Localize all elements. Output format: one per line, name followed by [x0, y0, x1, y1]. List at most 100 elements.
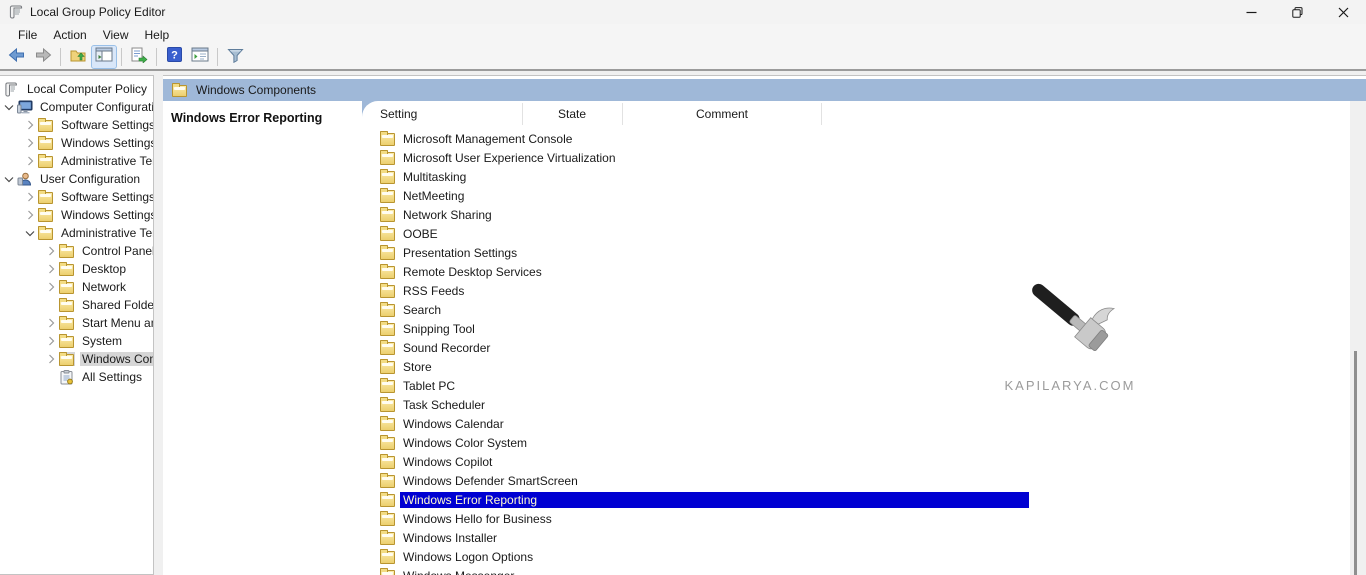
folder-icon	[59, 280, 75, 294]
panel-splitter[interactable]	[154, 75, 163, 575]
chevron-right-icon[interactable]	[44, 280, 58, 294]
tree-item-desktop[interactable]: Desktop	[0, 260, 153, 278]
tree-item-computer-configuration[interactable]: Computer Configuration	[0, 98, 153, 116]
up-one-level-button[interactable]	[66, 46, 90, 68]
column-header-comment[interactable]: Comment	[622, 107, 822, 121]
close-button[interactable]	[1320, 0, 1366, 24]
forward-button[interactable]	[31, 46, 55, 68]
folder-icon	[59, 354, 74, 366]
tree-item-windows-settings[interactable]: Windows Settings	[0, 206, 153, 224]
setting-row-snipping-tool[interactable]: Snipping Tool	[362, 319, 1366, 338]
setting-row-rss-feeds[interactable]: RSS Feeds	[362, 281, 1366, 300]
setting-label: Store	[400, 359, 435, 375]
tree-item-windows-components[interactable]: Windows Components	[0, 350, 153, 368]
tree-item-shared-folders[interactable]: Shared Folders	[0, 296, 153, 314]
setting-row-windows-copilot[interactable]: Windows Copilot	[362, 452, 1366, 471]
back-button[interactable]	[5, 46, 29, 68]
hammer-icon	[1015, 266, 1125, 371]
tree-item-start-menu-and-taskbar[interactable]: Start Menu and Taskbar	[0, 314, 153, 332]
tree-item-label: Windows Components	[80, 352, 153, 366]
chevron-down-icon[interactable]	[2, 172, 16, 186]
tree-item-label: Administrative Templates	[59, 226, 153, 240]
setting-row-microsoft-user-experience-virtualization[interactable]: Microsoft User Experience Virtualization	[362, 148, 1366, 167]
tree-item-all-settings[interactable]: All Settings	[0, 368, 153, 386]
chevron-down-icon[interactable]	[2, 100, 16, 114]
setting-row-windows-defender-smartscreen[interactable]: Windows Defender SmartScreen	[362, 471, 1366, 490]
setting-row-windows-error-reporting[interactable]: Windows Error Reporting	[362, 490, 1366, 509]
folder-icon	[380, 513, 395, 526]
chevron-right-icon[interactable]	[44, 334, 58, 348]
setting-row-search[interactable]: Search	[362, 300, 1366, 319]
tree-item-software-settings[interactable]: Software Settings	[0, 116, 153, 134]
setting-label: Presentation Settings	[400, 245, 520, 261]
chevron-spacer	[44, 370, 58, 384]
chevron-right-icon[interactable]	[44, 316, 58, 330]
export-list-button[interactable]	[127, 46, 151, 68]
menu-item-view[interactable]: View	[95, 26, 137, 44]
restore-button[interactable]	[1274, 0, 1320, 24]
selected-setting-title: Windows Error Reporting	[163, 101, 362, 125]
setting-row-multitasking[interactable]: Multitasking	[362, 167, 1366, 186]
setting-row-windows-messenger[interactable]: Windows Messenger	[362, 566, 1366, 575]
tree-item-windows-settings[interactable]: Windows Settings	[0, 134, 153, 152]
menu-item-file[interactable]: File	[10, 26, 45, 44]
minimize-button[interactable]	[1228, 0, 1274, 24]
tree-item-label: Windows Settings	[59, 208, 153, 222]
setting-row-presentation-settings[interactable]: Presentation Settings	[362, 243, 1366, 262]
setting-label: Windows Error Reporting	[400, 492, 1029, 508]
tree-item-local-computer-policy[interactable]: Local Computer Policy	[0, 80, 153, 98]
chevron-spacer	[44, 298, 58, 312]
tree-item-administrative-templates[interactable]: Administrative Templates	[0, 224, 153, 242]
folder-icon	[59, 282, 74, 294]
tree-item-system[interactable]: System	[0, 332, 153, 350]
setting-row-network-sharing[interactable]: Network Sharing	[362, 205, 1366, 224]
folder-icon	[380, 190, 395, 203]
setting-row-windows-calendar[interactable]: Windows Calendar	[362, 414, 1366, 433]
chevron-right-icon[interactable]	[23, 154, 37, 168]
tree-item-network[interactable]: Network	[0, 278, 153, 296]
chevron-right-icon[interactable]	[44, 244, 58, 258]
export-list-icon	[130, 47, 148, 68]
setting-row-windows-color-system[interactable]: Windows Color System	[362, 433, 1366, 452]
tree-item-software-settings[interactable]: Software Settings	[0, 188, 153, 206]
chevron-right-icon[interactable]	[23, 208, 37, 222]
tree-item-control-panel[interactable]: Control Panel	[0, 242, 153, 260]
chevron-right-icon[interactable]	[44, 262, 58, 276]
chevron-right-icon[interactable]	[23, 118, 37, 132]
setting-row-task-scheduler[interactable]: Task Scheduler	[362, 395, 1366, 414]
chevron-down-icon[interactable]	[23, 226, 37, 240]
menu-item-help[interactable]: Help	[137, 26, 178, 44]
tree-item-administrative-templates[interactable]: Administrative Templates	[0, 152, 153, 170]
setting-row-remote-desktop-services[interactable]: Remote Desktop Services	[362, 262, 1366, 281]
filter-button[interactable]	[223, 46, 247, 68]
help-button[interactable]: ?	[162, 46, 186, 68]
setting-row-sound-recorder[interactable]: Sound Recorder	[362, 338, 1366, 357]
show-extended-view-button[interactable]	[188, 46, 212, 68]
folder-icon	[38, 192, 53, 204]
tree-item-label: Windows Settings	[59, 136, 153, 150]
column-separator	[522, 103, 523, 125]
setting-row-tablet-pc[interactable]: Tablet PC	[362, 376, 1366, 395]
vertical-scrollbar[interactable]	[1350, 101, 1366, 575]
setting-row-microsoft-management-console[interactable]: Microsoft Management Console	[362, 129, 1366, 148]
toolbar-separator	[156, 48, 157, 66]
setting-row-windows-installer[interactable]: Windows Installer	[362, 528, 1366, 547]
setting-label: Windows Hello for Business	[400, 511, 555, 527]
chevron-right-icon[interactable]	[23, 136, 37, 150]
setting-row-oobe[interactable]: OOBE	[362, 224, 1366, 243]
show-console-tree-button[interactable]	[92, 46, 116, 68]
column-header-setting[interactable]: Setting	[380, 107, 417, 121]
tree-item-label: Computer Configuration	[38, 100, 153, 114]
tree-item-user-configuration[interactable]: User Configuration	[0, 170, 153, 188]
setting-row-netmeeting[interactable]: NetMeeting	[362, 186, 1366, 205]
column-header-state[interactable]: State	[522, 107, 622, 121]
folder-icon	[380, 342, 395, 355]
setting-row-windows-hello-for-business[interactable]: Windows Hello for Business	[362, 509, 1366, 528]
setting-label: Remote Desktop Services	[400, 264, 545, 280]
setting-row-windows-logon-options[interactable]: Windows Logon Options	[362, 547, 1366, 566]
setting-row-store[interactable]: Store	[362, 357, 1366, 376]
scrollbar-thumb[interactable]	[1354, 351, 1357, 575]
chevron-right-icon[interactable]	[23, 190, 37, 204]
menu-item-action[interactable]: Action	[45, 26, 94, 44]
chevron-right-icon[interactable]	[44, 352, 58, 366]
